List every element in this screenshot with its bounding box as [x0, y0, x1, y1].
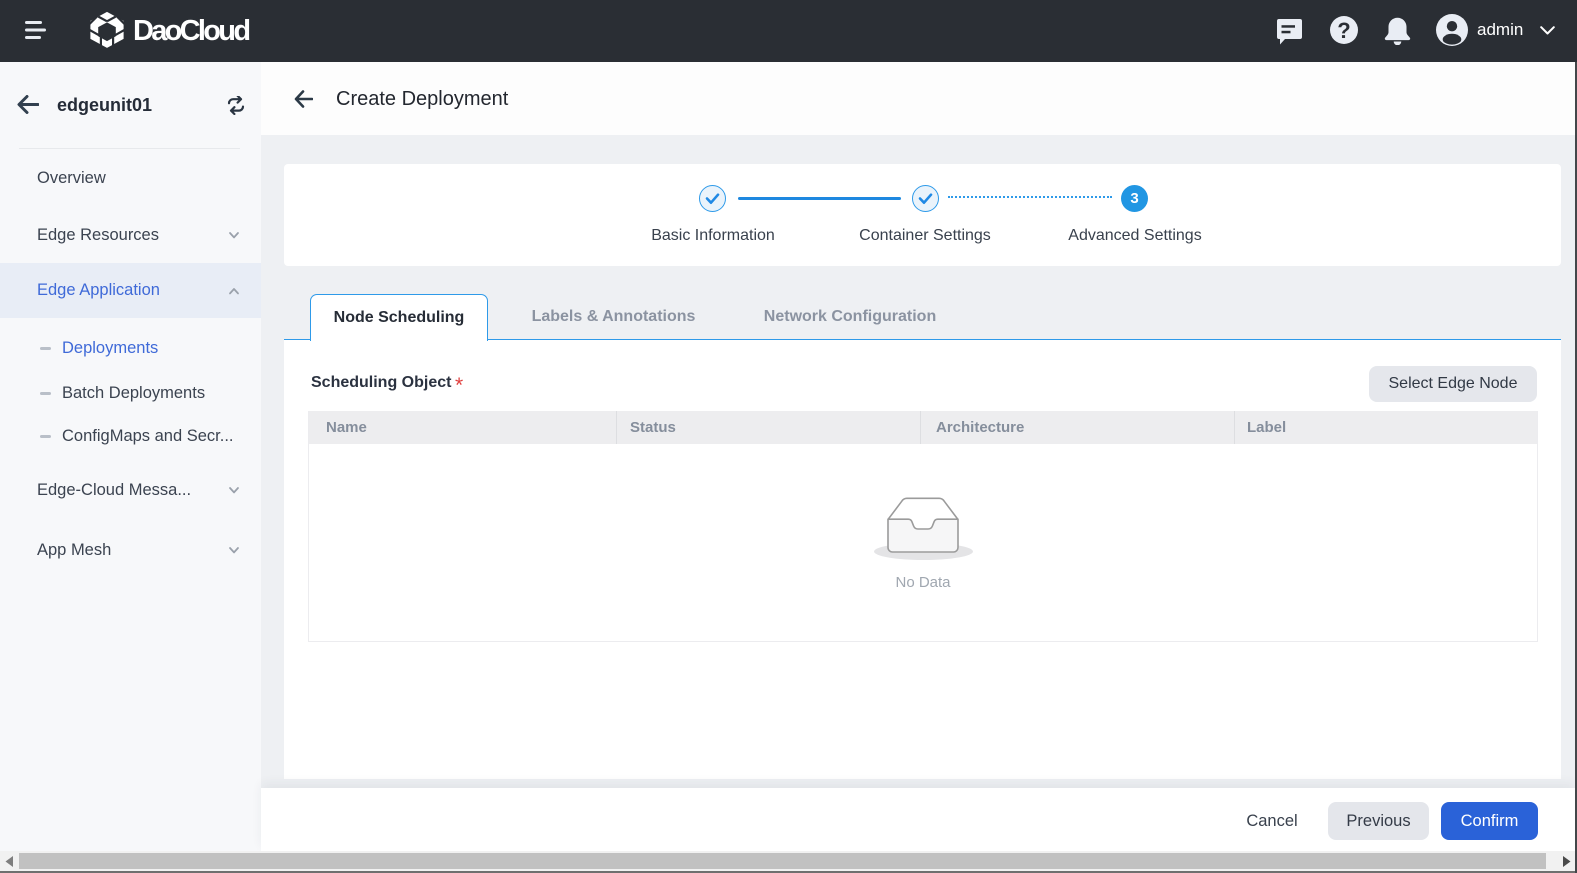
svg-text:?: ?	[1337, 18, 1350, 43]
